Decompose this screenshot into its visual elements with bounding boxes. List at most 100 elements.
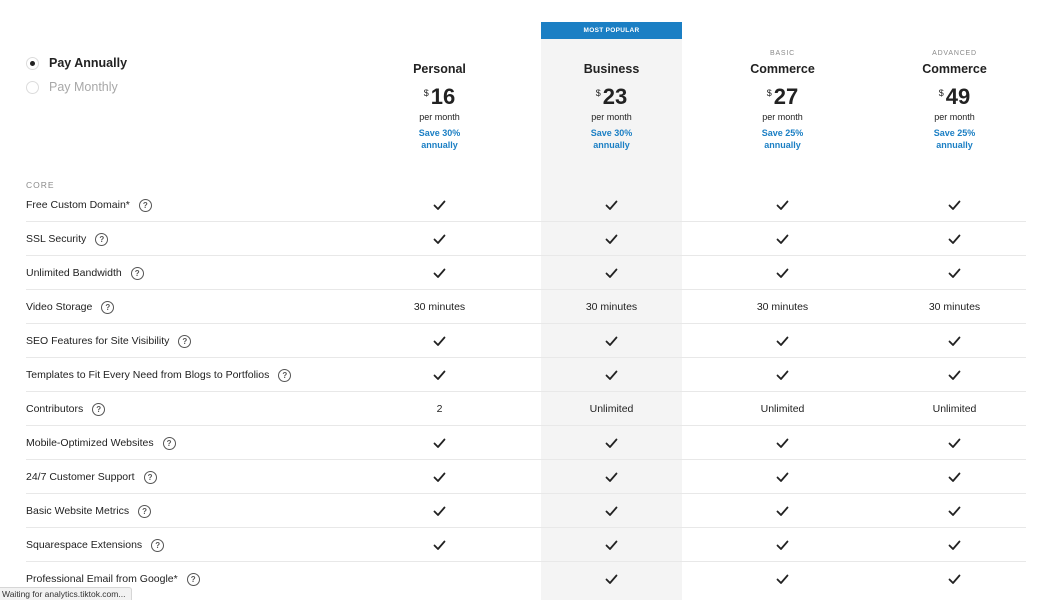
feature-row: SEO Features for Site Visibility? <box>26 324 1026 358</box>
check-icon <box>948 506 961 517</box>
check-icon <box>776 472 789 483</box>
feature-cell <box>541 256 682 290</box>
feature-cell <box>541 562 682 596</box>
feature-cell <box>369 528 510 562</box>
help-icon[interactable]: ? <box>92 402 106 416</box>
help-icon[interactable]: ? <box>101 300 115 314</box>
plan-name: Commerce <box>922 62 987 76</box>
feature-cell <box>884 358 1025 392</box>
check-icon <box>948 234 961 245</box>
check-icon <box>433 506 446 517</box>
help-icon[interactable]: ? <box>186 572 200 586</box>
plan-period: per month <box>762 112 803 122</box>
check-icon <box>433 336 446 347</box>
feature-cell <box>541 426 682 460</box>
feature-label: Mobile-Optimized Websites <box>26 437 154 449</box>
help-icon[interactable]: ? <box>162 436 176 450</box>
feature-cell <box>712 528 853 562</box>
feature-value: 2 <box>436 403 443 415</box>
check-icon <box>433 268 446 279</box>
check-icon <box>776 540 789 551</box>
feature-cell: Unlimited <box>712 392 853 426</box>
feature-row: SSL Security? <box>26 222 1026 256</box>
feature-cell <box>884 494 1025 528</box>
pay-annually-radio[interactable] <box>26 56 39 70</box>
check-icon <box>776 200 789 211</box>
check-icon <box>433 438 446 449</box>
feature-cell <box>541 188 682 222</box>
check-icon <box>605 268 618 279</box>
plan-name: Commerce <box>750 62 815 76</box>
check-icon <box>605 370 618 381</box>
pay-monthly-option[interactable]: Pay Monthly <box>26 79 127 95</box>
check-icon <box>948 268 961 279</box>
check-icon <box>776 574 789 585</box>
feature-name: Squarespace Extensions? <box>26 528 165 562</box>
feature-label: Contributors <box>26 403 84 415</box>
check-icon <box>948 438 961 449</box>
check-icon <box>433 234 446 245</box>
check-icon <box>948 540 961 551</box>
feature-name: SSL Security? <box>26 222 109 256</box>
feature-cell <box>541 358 682 392</box>
plan-period: per month <box>419 112 460 122</box>
feature-cell <box>369 562 510 596</box>
help-icon[interactable]: ? <box>95 232 109 246</box>
check-icon <box>776 438 789 449</box>
feature-value: Unlimited <box>932 403 977 415</box>
currency-symbol: $ <box>423 88 429 98</box>
feature-label: Basic Website Metrics <box>26 505 130 517</box>
check-icon <box>605 438 618 449</box>
plan-tier <box>541 50 682 60</box>
help-icon[interactable]: ? <box>178 334 192 348</box>
check-icon <box>605 506 618 517</box>
check-icon <box>776 506 789 517</box>
pay-monthly-radio[interactable] <box>26 80 39 94</box>
price-amount: 16 <box>430 84 456 109</box>
currency-symbol: $ <box>766 88 772 98</box>
feature-cell <box>541 222 682 256</box>
check-icon <box>605 472 618 483</box>
feature-cell <box>369 494 510 528</box>
billing-toggle: Pay Annually Pay Monthly <box>26 55 127 103</box>
feature-cell: 30 minutes <box>884 290 1025 324</box>
feature-value: Unlimited <box>760 403 805 415</box>
feature-cell: Unlimited <box>541 392 682 426</box>
feature-cell <box>712 222 853 256</box>
check-icon <box>605 336 618 347</box>
feature-row: Free Custom Domain*? <box>26 188 1026 222</box>
feature-cell <box>712 562 853 596</box>
feature-name: Basic Website Metrics? <box>26 494 152 528</box>
help-icon[interactable]: ? <box>278 368 292 382</box>
check-icon <box>605 200 618 211</box>
feature-value: 30 minutes <box>928 301 981 313</box>
plan-header-commerce-advanced: ADVANCED Commerce $ 49 per month Save 25… <box>884 50 1025 151</box>
plan-price: $ 27 <box>712 85 853 111</box>
plan-tier: BASIC <box>769 50 795 57</box>
feature-name: 24/7 Customer Support? <box>26 460 157 494</box>
plan-period: per month <box>591 112 632 122</box>
check-icon <box>776 234 789 245</box>
feature-row: Squarespace Extensions? <box>26 528 1026 562</box>
feature-cell <box>712 188 853 222</box>
feature-cell <box>884 188 1025 222</box>
feature-row: Professional Email from Google*? <box>26 562 1026 596</box>
feature-value: 30 minutes <box>756 301 809 313</box>
feature-name: SEO Features for Site Visibility? <box>26 324 192 358</box>
feature-row: Contributors? 2 Unlimited Unlimited Unlimite… <box>26 392 1026 426</box>
help-icon[interactable]: ? <box>143 470 157 484</box>
check-icon <box>948 370 961 381</box>
check-icon <box>948 574 961 585</box>
help-icon[interactable]: ? <box>138 198 152 212</box>
feature-cell <box>541 494 682 528</box>
browser-status-bar: Waiting for analytics.tiktok.com... <box>0 587 133 600</box>
pay-annually-option[interactable]: Pay Annually <box>26 55 127 71</box>
help-icon[interactable]: ? <box>151 538 165 552</box>
plan-price: $ 16 <box>369 85 510 111</box>
feature-cell: Unlimited <box>884 392 1025 426</box>
check-icon <box>776 336 789 347</box>
help-icon[interactable]: ? <box>138 504 152 518</box>
feature-cell <box>541 324 682 358</box>
feature-cell: 30 minutes <box>541 290 682 324</box>
help-icon[interactable]: ? <box>130 266 144 280</box>
